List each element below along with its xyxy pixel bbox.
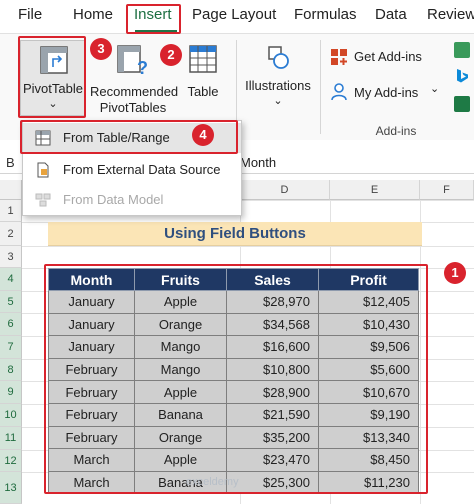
- row-header[interactable]: 2: [0, 222, 22, 246]
- row-header[interactable]: 6: [0, 313, 22, 336]
- app-icon[interactable]: [454, 42, 470, 58]
- column-header-e[interactable]: E: [330, 180, 420, 200]
- watermark: exceldemy: [186, 476, 239, 488]
- row-header[interactable]: 13: [0, 472, 22, 504]
- table-icon: [189, 45, 217, 73]
- table-button[interactable]: Table: [180, 40, 226, 116]
- data-model-icon: [35, 193, 51, 207]
- row-header[interactable]: 8: [0, 359, 22, 381]
- visio-icon[interactable]: [454, 96, 470, 112]
- external-data-icon: [37, 162, 49, 178]
- menu-item-from-external[interactable]: From External Data Source: [23, 155, 241, 185]
- name-box[interactable]: B: [6, 155, 15, 170]
- recommended-label-line2: PivotTables: [99, 100, 167, 115]
- row-header[interactable]: 5: [0, 291, 22, 313]
- get-addins-label: Get Add-ins: [354, 49, 422, 64]
- chevron-down-icon: ⌄: [273, 95, 283, 107]
- chevron-down-icon: ⌄: [430, 83, 440, 95]
- row-header[interactable]: 12: [0, 450, 22, 472]
- badge-3: 3: [90, 38, 112, 60]
- store-icon: [331, 49, 347, 65]
- row-header[interactable]: 7: [0, 336, 22, 359]
- row-header[interactable]: 3: [0, 246, 22, 268]
- highlight-pivottable: [18, 36, 86, 118]
- addins-group-label: Add-ins: [375, 124, 417, 138]
- person-icon: [331, 83, 347, 101]
- menu-data[interactable]: Data: [375, 6, 407, 23]
- menu-page-layout[interactable]: Page Layout: [192, 6, 276, 23]
- row-header[interactable]: 10: [0, 404, 22, 427]
- row-header[interactable]: 4: [0, 268, 22, 291]
- shapes-icon: [268, 46, 289, 69]
- menu-home[interactable]: Home: [73, 6, 113, 23]
- recommended-pivottables-icon: ?: [117, 45, 148, 76]
- menu-item-label: From Data Model: [63, 192, 164, 207]
- gridline: [22, 246, 474, 247]
- column-header-f[interactable]: F: [420, 180, 474, 200]
- badge-2: 2: [160, 44, 182, 66]
- highlight-insert: [126, 4, 181, 34]
- row-header[interactable]: 9: [0, 381, 22, 404]
- sheet-title: Using Field Buttons: [48, 222, 422, 246]
- formula-content[interactable]: Month: [240, 155, 276, 170]
- row-header[interactable]: 1: [0, 200, 22, 222]
- ribbon-separator: [320, 40, 321, 134]
- menu-formulas[interactable]: Formulas: [294, 6, 357, 23]
- bing-icon[interactable]: [454, 68, 470, 84]
- illustrations-label: Illustrations: [245, 78, 311, 93]
- svg-text:?: ?: [137, 58, 148, 76]
- table-label: Table: [187, 84, 219, 99]
- menu-review[interactable]: Review: [427, 6, 474, 23]
- get-addins-button[interactable]: Get Add-ins: [330, 46, 430, 68]
- menu-item-label: From External Data Source: [63, 162, 221, 177]
- my-addins-label: My Add-ins: [354, 85, 419, 100]
- illustrations-button[interactable]: Illustrations ⌄: [240, 40, 316, 116]
- badge-1: 1: [444, 262, 466, 284]
- row-header[interactable]: 11: [0, 427, 22, 450]
- badge-4: 4: [192, 124, 214, 146]
- my-addins-button[interactable]: My Add-ins ⌄: [330, 82, 446, 104]
- menu-file[interactable]: File: [18, 6, 42, 23]
- highlight-table: [44, 264, 428, 494]
- menu-item-from-data-model[interactable]: From Data Model: [23, 185, 241, 215]
- column-header-d[interactable]: D: [240, 180, 330, 200]
- select-all-corner[interactable]: [0, 180, 22, 200]
- menu-bar: File Home Insert Page Layout Formulas Da…: [0, 0, 474, 34]
- recommended-label-line1: Recommended: [90, 84, 179, 99]
